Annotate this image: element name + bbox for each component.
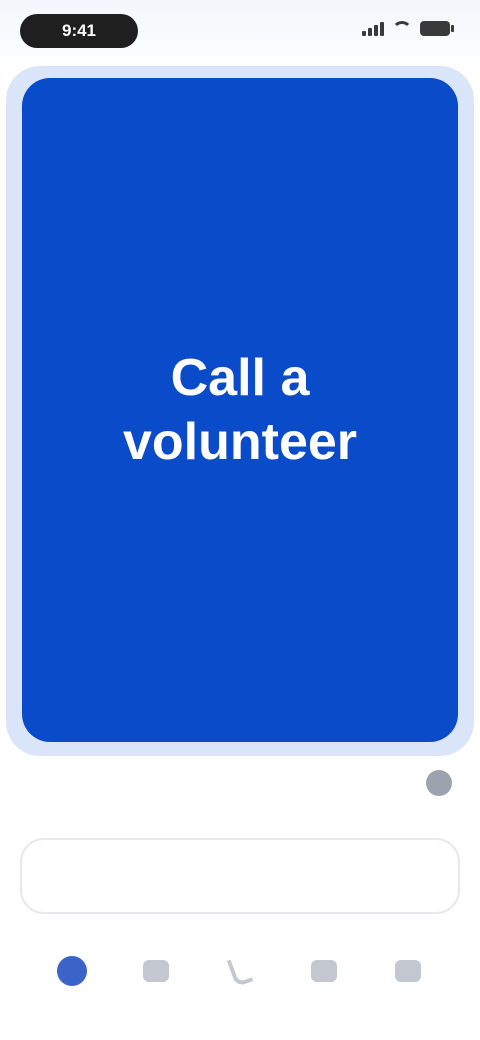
wifi-icon (392, 21, 412, 35)
profile-icon (395, 960, 421, 982)
phone-icon (226, 954, 254, 988)
nav-item-home[interactable] (40, 946, 104, 1002)
status-bar: 9:41 (0, 0, 480, 64)
battery-icon (420, 20, 454, 36)
call-volunteer-button[interactable]: Call a volunteer (22, 78, 458, 742)
status-time: 9:41 (20, 14, 138, 48)
grid-icon (311, 960, 337, 982)
nav-item-3[interactable] (208, 946, 272, 1002)
bottom-nav (40, 946, 440, 1002)
signal-icon (362, 20, 384, 36)
app-screen: 9:41 Call a volunteer (0, 0, 480, 1040)
secondary-button[interactable] (20, 838, 460, 914)
status-icons (362, 20, 454, 36)
info-icon[interactable] (426, 770, 452, 796)
call-volunteer-label: Call a volunteer (122, 349, 358, 471)
info-row (34, 770, 452, 814)
info-left (34, 770, 60, 776)
nav-item-2[interactable] (124, 946, 188, 1002)
nav-item-5[interactable] (376, 946, 440, 1002)
nav-item-4[interactable] (292, 946, 356, 1002)
community-icon (143, 960, 169, 982)
home-icon (57, 956, 87, 986)
